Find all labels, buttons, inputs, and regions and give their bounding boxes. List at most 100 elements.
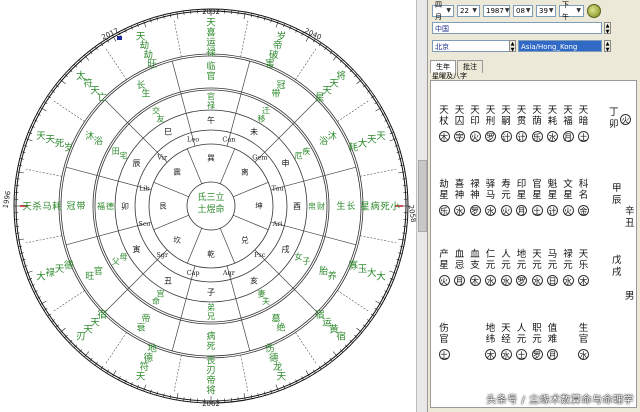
star-element-circle: 木 <box>469 275 481 286</box>
star-name <box>455 323 465 334</box>
branch-char: 戌 <box>282 244 290 254</box>
divider-line <box>219 228 236 264</box>
star-name: 值 难 <box>547 323 558 345</box>
outer-star-char: 地 <box>147 343 157 355</box>
divider-line <box>270 166 356 191</box>
timezone-value: Asia/Hong_Kong <box>521 43 578 51</box>
divider-line <box>226 265 251 351</box>
palace-char: 田 <box>112 147 120 156</box>
dropdown-arrow-icon: ▼ <box>446 7 451 14</box>
divider-line <box>337 290 370 312</box>
branch-char: 卯 <box>121 202 129 211</box>
middle-star-char: 带 <box>76 201 85 212</box>
info-hour-pillar: 戊戌 <box>612 255 622 278</box>
star-name: 官 星 <box>532 179 542 201</box>
star-element-circle: 水 <box>500 349 512 360</box>
day-select[interactable]: 22 ▼ <box>457 5 480 17</box>
divider-line <box>173 355 182 393</box>
constellation-label: Tau <box>272 184 284 192</box>
divider-line <box>233 214 269 231</box>
star-name <box>470 323 480 334</box>
middle-star-char: 长 <box>346 200 355 212</box>
scrollbar-thumb[interactable] <box>418 160 427 232</box>
center-line-1: 氐三立 <box>197 191 224 203</box>
city-spinner[interactable]: ▲ ▼ <box>509 40 516 53</box>
star-element-circle: 乐 <box>438 205 450 216</box>
palace-char: 宫 <box>157 288 165 298</box>
outer-star-char: 天 <box>367 135 377 146</box>
divider-line <box>360 235 398 244</box>
palace-char: 子 <box>302 257 310 266</box>
timezone-spinner[interactable]: ▲ ▼ <box>604 40 611 53</box>
star-element-circle: 水 <box>485 275 496 286</box>
star-element-circle: 月 <box>547 349 558 360</box>
tick-mark <box>183 10 185 15</box>
middle-star-char: 死 <box>206 341 215 352</box>
year-value: 1987 <box>486 7 504 15</box>
middle-star-char: 墓 <box>271 313 280 325</box>
tick-mark <box>250 13 253 18</box>
star-name <box>563 323 573 334</box>
star-name: 生 官 <box>578 323 589 345</box>
ampm-select[interactable]: 下午 ▼ <box>559 1 584 21</box>
divider-line <box>24 168 62 177</box>
chart-scrollbar[interactable] <box>416 0 427 412</box>
timezone-field[interactable]: Asia/Hong_Kong <box>518 40 602 52</box>
divider-line <box>270 221 356 246</box>
star-element-circle: 土 <box>531 205 543 216</box>
tick-mark <box>176 11 179 19</box>
outer-star-char: 害 <box>265 58 275 70</box>
tick-mark <box>402 232 407 234</box>
outer-star-char: 星 <box>315 92 325 103</box>
constellation-label: Sco <box>138 220 150 228</box>
trigram-char: 坎 <box>173 235 181 245</box>
constellation-label: Can <box>222 136 235 144</box>
star-name: 职 元 <box>532 323 542 345</box>
star-element-circle: 字 <box>454 131 465 142</box>
city-field[interactable]: 北京 <box>432 40 514 52</box>
year-select[interactable]: 1987 ▼ <box>483 5 510 17</box>
year-top: 2032 <box>202 8 220 16</box>
outer-star-char: 将 <box>206 385 216 396</box>
day-value: 22 <box>460 7 469 15</box>
tick-mark <box>16 171 24 174</box>
middle-star-char: 官 <box>94 265 103 277</box>
middle-star-char: 生 <box>141 88 150 100</box>
hour-select[interactable]: 08 ▼ <box>513 5 533 17</box>
constellation-label: Sgr <box>156 251 169 259</box>
tick-mark <box>18 245 23 248</box>
tick-mark <box>15 178 20 180</box>
calculate-button[interactable] <box>587 4 601 18</box>
star-element-circle: 水 <box>578 349 589 360</box>
outer-star-char: 大 <box>376 271 386 283</box>
outer-star-char: 丧 <box>206 355 216 366</box>
tick-mark <box>169 13 172 18</box>
month-select[interactable]: 四月 ▼ <box>432 1 454 21</box>
dropdown-arrow-icon: ▼ <box>504 7 510 14</box>
palace-char: 父 <box>112 257 120 266</box>
star-name: 天 嗣 <box>501 105 511 127</box>
middle-star-char: 浴 <box>319 136 328 147</box>
outer-star-char: 天 <box>376 131 386 142</box>
minute-select[interactable]: 39 ▼ <box>536 5 556 17</box>
star-name: 禄 元 <box>563 249 573 271</box>
constellation-label: Gem <box>252 154 267 162</box>
middle-star-char: 生 <box>336 200 345 212</box>
tick-mark <box>243 393 246 401</box>
tick-mark <box>402 178 407 180</box>
middle-star-char: 沐 <box>328 130 337 142</box>
star-name: 天 印 <box>470 105 480 127</box>
palace-char: 妻 <box>258 288 266 298</box>
star-element-circle: 火 <box>500 205 512 216</box>
middle-star-char: 官 <box>206 70 215 82</box>
star-element-circle: 计 <box>547 205 558 216</box>
star-name: 地 纬 <box>485 323 496 345</box>
divider-line <box>105 47 127 80</box>
datetime-row: 四月 ▼ 22 ▼ 1987 ▼ 08 ▼ 39 ▼ 下午 ▼ <box>432 1 601 21</box>
star-element-circle: 木 <box>485 349 496 360</box>
star-name: 仁 元 <box>485 249 496 271</box>
country-field[interactable]: 中国 <box>432 22 602 34</box>
country-spinner[interactable]: ▲ ▼ <box>604 22 611 35</box>
constellation-label: Cap <box>187 269 200 277</box>
palace-char: 德 <box>106 201 114 211</box>
